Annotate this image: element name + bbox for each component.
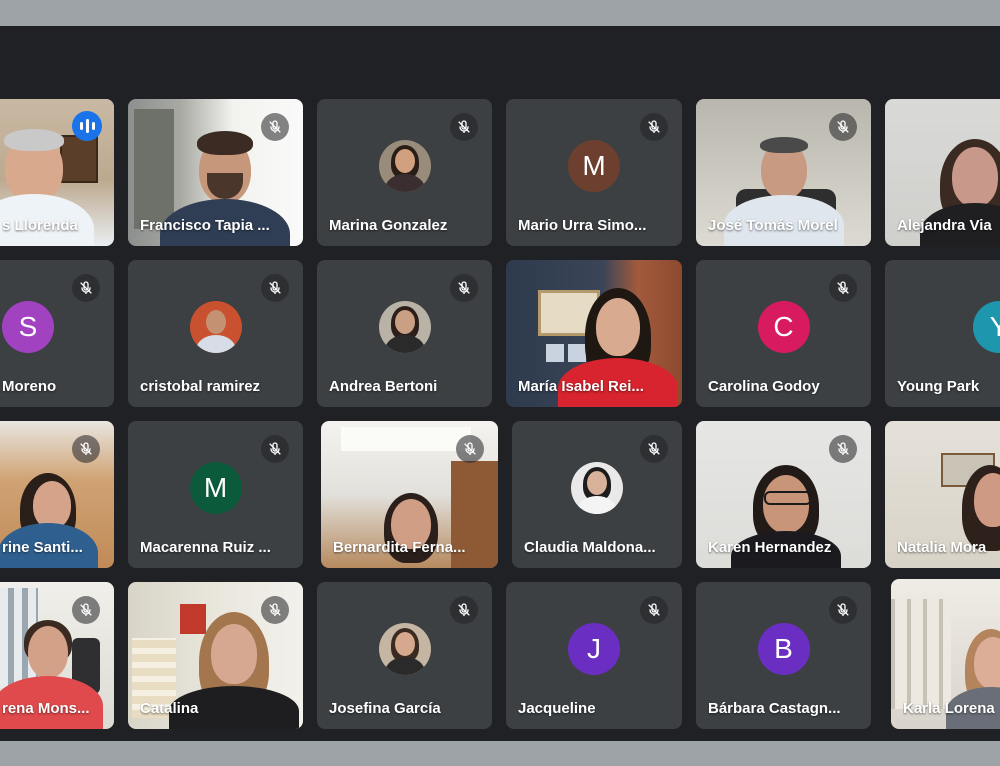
participant-name: rena Mons... [2,700,90,717]
speaking-indicator-icon [72,111,102,141]
avatar-letter: J [568,622,620,675]
participant-tile-young-park[interactable]: Y Young Park [885,260,1000,407]
participant-tile-barbara-castagn[interactable]: B Bárbara Castagn... [696,582,871,729]
mic-muted-icon [829,113,857,141]
participant-name: Natalia Mora [897,539,987,556]
profile-photo [378,139,431,192]
participant-tile-jose-tomas-morel[interactable]: José Tomás Morel [696,99,871,246]
participant-tile-natalia-mora[interactable]: Natalia Mora [885,421,1000,568]
mic-muted-icon [261,274,289,302]
participant-tile-cristobal-ramirez[interactable]: cristobal ramirez [128,260,303,407]
participant-tile-francisco-llorenda[interactable]: s Llorenda [0,99,114,246]
participant-name: Mario Urra Simo... [518,217,647,234]
participant-name: José Tomás Morel [708,217,838,234]
mic-muted-icon [456,435,484,463]
participant-name: Bárbara Castagn... [708,700,841,717]
participant-tile-andrea-bertoni[interactable]: Andrea Bertoni [317,260,492,407]
participant-name: Macarenna Ruiz ... [140,539,271,556]
participant-name: Catalina [140,700,199,717]
mic-muted-icon [261,113,289,141]
participant-name: Young Park [897,378,980,395]
mic-muted-icon [640,113,668,141]
avatar-letter: S [2,300,54,353]
profile-photo [189,300,242,353]
participant-name: Karla Lorena [903,700,995,717]
participant-tile-macarenna-ruiz[interactable]: M Macarenna Ruiz ... [128,421,303,568]
avatar-letter: M [189,461,242,514]
participant-tile-moreno[interactable]: S Moreno [0,260,114,407]
mic-muted-icon [72,435,100,463]
participant-name: María Isabel Rei... [518,378,644,395]
participant-name: Marina Gonzalez [329,217,448,234]
mic-muted-icon [261,435,289,463]
participant-name: Jacqueline [518,700,596,717]
ceiling-light [341,427,471,451]
participant-name: Claudia Maldona... [524,539,656,556]
participant-tile-jacqueline[interactable]: J Jacqueline [506,582,682,729]
mic-muted-icon [640,435,668,463]
mic-muted-icon [829,274,857,302]
window-building [134,109,174,229]
avatar-letter: B [757,622,810,675]
wall-frame [60,135,98,183]
participant-name: Bernardita Ferna... [333,539,466,556]
participant-tile-mario-urra[interactable]: M Mario Urra Simo... [506,99,682,246]
participant-name: Carolina Godoy [708,378,820,395]
participant-tile-bernardita[interactable]: Bernardita Ferna... [321,421,498,568]
participant-name: cristobal ramirez [140,378,261,395]
participant-name: s Llorenda [2,217,78,234]
mic-muted-icon [829,435,857,463]
mic-muted-icon [72,274,100,302]
participant-tile-catalina[interactable]: Catalina [128,582,303,729]
avatar-letter: C [757,300,810,353]
mic-muted-icon [829,596,857,624]
mic-muted-icon [450,113,478,141]
participant-tile-catherine-santi[interactable]: rine Santi... [0,421,114,568]
participant-name: Moreno [2,378,57,395]
participant-tile-karla-lorena[interactable]: Karla Lorena [891,579,1000,729]
mic-muted-icon [261,596,289,624]
participant-name: Alejandra Via [897,217,992,234]
participant-tile-francisco-tapia[interactable]: Francisco Tapia ... [128,99,303,246]
avatar-letter: Y [973,300,1000,353]
wall-poster [180,604,206,634]
participant-tile-josefina-garcia[interactable]: Josefina García [317,582,492,729]
participant-tile-maria-isabel[interactable]: María Isabel Rei... [506,260,682,407]
participant-tile-alejandra[interactable]: Alejandra Via [885,99,1000,246]
profile-photo [378,300,431,353]
participant-tile-carolina-godoy[interactable]: C Carolina Godoy [696,260,871,407]
mic-muted-icon [450,274,478,302]
mic-muted-icon [450,596,478,624]
participant-tile-claudia-maldonado[interactable]: Claudia Maldona... [512,421,682,568]
participant-tile-marina-gonzalez[interactable]: Marina Gonzalez [317,99,492,246]
participant-name: rine Santi... [2,539,83,556]
meeting-grid: s Llorenda Francisco Tapia ... Marina Go… [0,26,1000,741]
avatar-letter: M [568,139,620,192]
profile-photo [571,461,623,514]
participant-name: Francisco Tapia ... [140,217,270,234]
participant-tile-lorena-mons[interactable]: rena Mons... [0,582,114,729]
participant-tile-karen-hernandez[interactable]: Karen Hernandez [696,421,871,568]
participant-name: Karen Hernandez [708,539,832,556]
mic-muted-icon [72,596,100,624]
participant-name: Josefina García [329,700,441,717]
participant-name: Andrea Bertoni [329,378,438,395]
mic-muted-icon [640,596,668,624]
profile-photo [378,622,431,675]
